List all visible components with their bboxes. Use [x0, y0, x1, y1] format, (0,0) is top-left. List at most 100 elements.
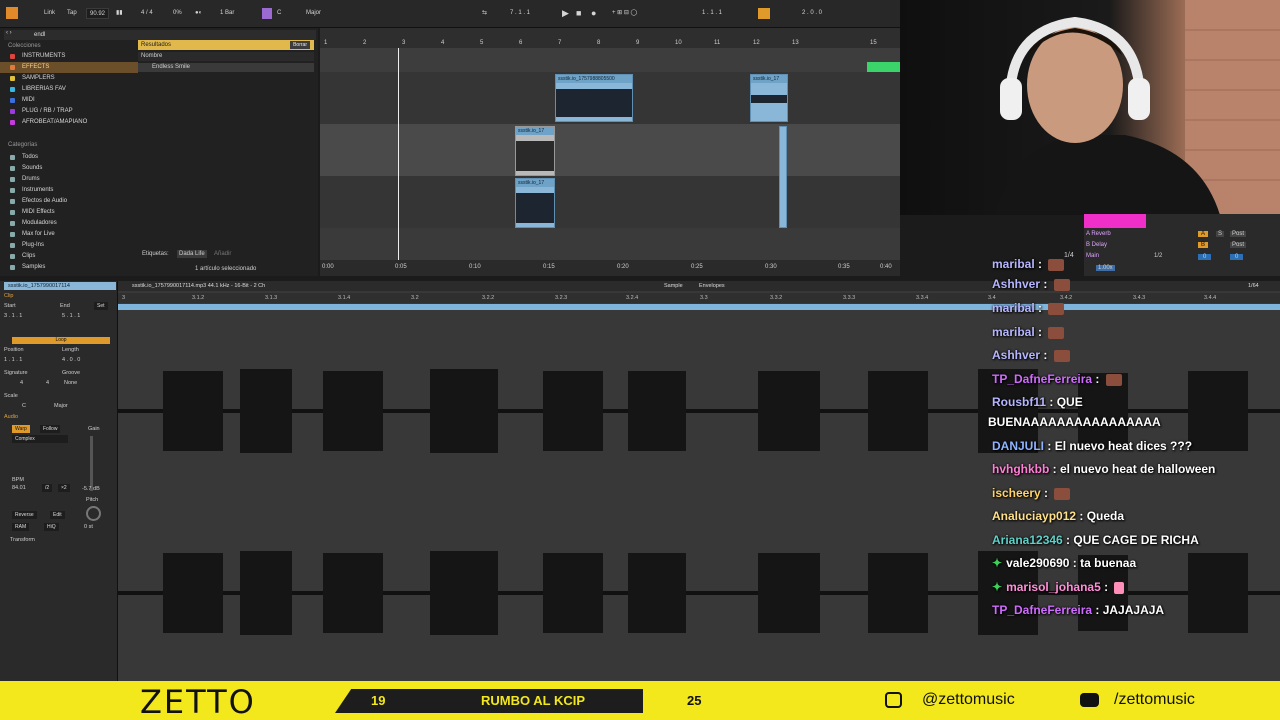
clip-section-label[interactable]: Clip: [4, 293, 13, 299]
collection-item[interactable]: SAMPLERS: [0, 73, 138, 84]
length-value[interactable]: 4 . 0 . 0: [62, 357, 80, 363]
gain-value[interactable]: -5.7 dB: [82, 486, 100, 492]
volume-field[interactable]: 0: [1198, 254, 1212, 260]
tab-envelopes[interactable]: Envelopes: [699, 281, 725, 291]
loop-start-field[interactable]: 1 . 1 . 1: [702, 8, 722, 19]
sig-numerator[interactable]: 4: [20, 380, 23, 386]
song-position[interactable]: 7 . 1 . 1: [510, 8, 530, 19]
loop-length-field[interactable]: 2 . 0 . 0: [802, 8, 822, 19]
collection-item[interactable]: EFFECTS: [0, 62, 138, 73]
post-button[interactable]: Post: [1230, 231, 1247, 237]
category-item[interactable]: Drums: [0, 174, 138, 185]
tag-chip[interactable]: Dada Life: [177, 250, 207, 258]
result-item[interactable]: Endless Smile: [138, 63, 314, 72]
audio-clip[interactable]: ssstik.io_17: [515, 126, 555, 176]
return-delay-label[interactable]: B Delay: [1086, 242, 1107, 248]
collection-item[interactable]: MIDI: [0, 95, 138, 106]
time-ruler[interactable]: 0:00 0:05 0:10 0:15 0:20 0:25 0:30 0:35 …: [320, 260, 900, 276]
category-item[interactable]: Efectos de Audio: [0, 196, 138, 207]
send-a-button[interactable]: A: [1198, 231, 1209, 237]
category-item[interactable]: Sounds: [0, 163, 138, 174]
signature-field[interactable]: 4 / 4: [141, 8, 153, 19]
audio-clip[interactable]: ssstik.io_17: [750, 74, 788, 122]
sig-denominator[interactable]: 4: [46, 380, 49, 386]
collection-item[interactable]: AFROBEAT/AMAPIANO: [0, 117, 138, 128]
track-lane[interactable]: [320, 48, 900, 72]
clip-name-field[interactable]: ssstik.io_1757990017114: [4, 282, 116, 290]
overdub-icon[interactable]: + ⊞ ⊟ ◯: [612, 8, 637, 19]
category-item[interactable]: MIDI Effects: [0, 207, 138, 218]
scale-select[interactable]: Major: [306, 8, 321, 19]
track-lane[interactable]: [320, 176, 900, 228]
play-button[interactable]: ▶: [562, 8, 569, 19]
category-item[interactable]: Todos: [0, 152, 138, 163]
scale-icon[interactable]: [262, 8, 272, 19]
category-item[interactable]: Moduladores: [0, 218, 138, 229]
stop-button[interactable]: ■: [576, 8, 581, 19]
quantize-select[interactable]: 1 Bar: [220, 8, 234, 19]
track-lane[interactable]: [320, 124, 900, 176]
category-item[interactable]: Plug-Ins: [0, 240, 138, 251]
pan-field[interactable]: 0: [1230, 254, 1244, 260]
audio-clip-small[interactable]: [779, 126, 787, 228]
ram-button[interactable]: RAM: [12, 523, 30, 531]
record-mode-icon[interactable]: ●◐: [195, 8, 202, 19]
metronome-icon[interactable]: ▮▮: [116, 8, 123, 19]
menu-icon[interactable]: [6, 7, 18, 19]
category-item[interactable]: Max for Live: [0, 229, 138, 240]
audio-clip[interactable]: ssstik.io_1757988805500: [555, 74, 633, 122]
arrangement-view[interactable]: 1 2 3 4 5 6 7 8 9 10 11 12 13 15 ssstik.…: [320, 28, 900, 276]
scale-mode-select[interactable]: Major: [54, 403, 68, 409]
end-value[interactable]: 5 . 1 . 1: [62, 313, 80, 319]
groove-select[interactable]: None: [64, 380, 77, 386]
collection-item[interactable]: INSTRUMENTS: [0, 51, 138, 62]
category-item[interactable]: Instruments: [0, 185, 138, 196]
edit-button[interactable]: Edit: [50, 511, 65, 519]
start-value[interactable]: 3 . 1 . 1: [4, 313, 22, 319]
transform-section[interactable]: Transform: [10, 537, 35, 543]
half-tempo-button[interactable]: /2: [42, 484, 53, 492]
loop-toggle-icon[interactable]: [758, 8, 770, 19]
follow-button[interactable]: Follow: [40, 425, 61, 433]
send-b-button[interactable]: B: [1198, 242, 1209, 248]
gain-slider[interactable]: [90, 436, 93, 491]
track-color-header[interactable]: [1084, 214, 1146, 228]
audio-section-label[interactable]: Audio: [4, 414, 18, 420]
nav-arrows-icon[interactable]: ‹ ›: [6, 30, 12, 36]
scale-key-select[interactable]: C: [22, 403, 26, 409]
solo-button[interactable]: S: [1216, 231, 1225, 237]
set-end-button[interactable]: Set: [94, 302, 108, 310]
reverse-button[interactable]: Reverse: [12, 511, 37, 519]
link-button[interactable]: Link: [44, 8, 55, 19]
position-value[interactable]: 1 . 1 . 1: [4, 357, 22, 363]
double-tempo-button[interactable]: ×2: [58, 484, 70, 492]
pitch-value[interactable]: 0 st: [84, 524, 93, 530]
category-item[interactable]: Samples: [0, 262, 138, 273]
pitch-knob[interactable]: [86, 506, 101, 521]
hiq-button[interactable]: HiQ: [44, 523, 59, 531]
collection-item[interactable]: LIBRERIAS FAV: [0, 84, 138, 95]
warp-button[interactable]: Warp: [12, 425, 30, 433]
browser-search-input[interactable]: endl: [4, 30, 316, 40]
main-label[interactable]: Main: [1086, 253, 1099, 259]
clear-button[interactable]: Borrar: [290, 41, 310, 49]
tap-button[interactable]: Tap: [67, 8, 77, 19]
warp-mode-select[interactable]: Complex: [12, 435, 68, 443]
key-select[interactable]: C: [277, 8, 281, 19]
add-tag-button[interactable]: Añadir: [214, 251, 231, 257]
bpm-value[interactable]: 84.01: [12, 485, 26, 491]
tab-sample[interactable]: Sample: [664, 281, 683, 291]
bar-ruler[interactable]: 1 2 3 4 5 6 7 8 9 10 11 12 13 15: [320, 28, 900, 48]
tempo-field[interactable]: 90.92: [86, 8, 110, 19]
follow-icon[interactable]: ⇆: [482, 8, 487, 19]
category-item[interactable]: Clips: [0, 251, 138, 262]
name-column-header[interactable]: Nombre: [138, 52, 314, 61]
return-reverb-label[interactable]: A Reverb: [1086, 231, 1111, 237]
collection-item[interactable]: PLUG / RB / TRAP: [0, 106, 138, 117]
loop-toggle[interactable]: Loop: [12, 337, 110, 344]
tempo-multiplier[interactable]: 1.00x: [1096, 265, 1115, 271]
post-button[interactable]: Post: [1230, 242, 1247, 248]
audio-clip[interactable]: ssstik.io_17: [515, 178, 555, 228]
green-clip[interactable]: [867, 62, 900, 72]
record-button[interactable]: ●: [591, 8, 596, 19]
